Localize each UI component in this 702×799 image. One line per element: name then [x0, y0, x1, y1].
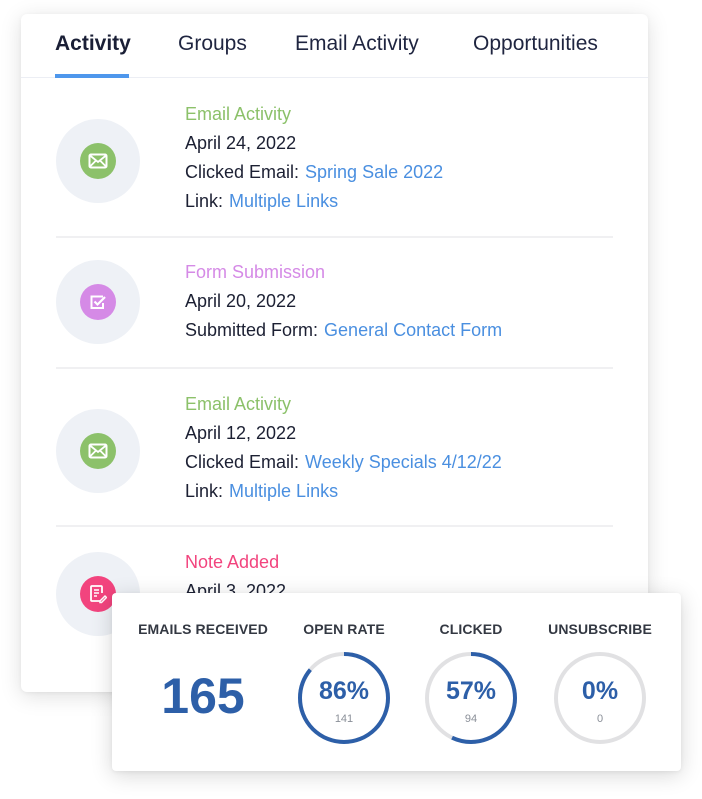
activity-date: April 12, 2022 — [185, 423, 297, 443]
activity-date: April 24, 2022 — [185, 133, 297, 153]
email-stats-card: EMAILS RECEIVED 165 OPEN RATE 86% 141 CL… — [112, 593, 681, 771]
activity-icon-bg — [56, 119, 140, 203]
unsubscribe-percent: 0% — [581, 677, 619, 705]
checkbox-form-icon — [80, 284, 116, 320]
activity-icon-bg — [56, 409, 140, 493]
activity-item: Form Submission April 20, 2022 Submitted… — [56, 258, 613, 368]
detail-label: Clicked Email: — [185, 452, 300, 472]
activity-item: Email Activity April 12, 2022 Clicked Em… — [56, 390, 613, 520]
detail-label: Clicked Email: — [185, 162, 300, 182]
clicked-email-link[interactable]: Spring Sale 2022 — [305, 162, 443, 182]
detail-label: Link: — [185, 191, 224, 211]
stat-label: UNSUBSCRIBE — [548, 621, 652, 637]
note-edit-icon — [80, 576, 116, 612]
tab-email-activity[interactable]: Email Activity — [295, 32, 419, 56]
emails-received-value: 165 — [161, 668, 245, 724]
clicked-ring: 57% 94 — [424, 651, 518, 745]
divider — [56, 367, 613, 369]
divider — [56, 236, 613, 238]
unsubscribe-ring: 0% 0 — [553, 651, 647, 745]
divider — [56, 525, 613, 527]
unsubscribe-count: 0 — [596, 713, 604, 725]
activity-date: April 20, 2022 — [185, 291, 297, 311]
activity-type: Email Activity — [185, 104, 292, 124]
open-rate-percent: 86% — [318, 677, 370, 705]
stat-label: OPEN RATE — [303, 621, 385, 637]
tab-groups[interactable]: Groups — [178, 32, 247, 56]
clicked-percent: 57% — [445, 677, 497, 705]
activity-type: Note Added — [185, 552, 280, 572]
activity-detail-line: Clicked Email: Weekly Specials 4/12/22 — [185, 448, 502, 477]
link-link[interactable]: Multiple Links — [229, 481, 338, 501]
activity-detail-line: Submitted Form: General Contact Form — [185, 316, 502, 345]
detail-label: Submitted Form: — [185, 320, 319, 340]
activity-details: Email Activity April 24, 2022 Clicked Em… — [185, 100, 443, 216]
active-tab-indicator — [55, 74, 129, 78]
detail-label: Link: — [185, 481, 224, 501]
link-link[interactable]: Multiple Links — [229, 191, 338, 211]
activity-icon-bg — [56, 260, 140, 344]
clicked-count: 94 — [464, 713, 478, 725]
submitted-form-link[interactable]: General Contact Form — [324, 320, 502, 340]
activity-detail-line: Link: Multiple Links — [185, 477, 502, 506]
activity-detail-line: Link: Multiple Links — [185, 187, 443, 216]
activity-type: Email Activity — [185, 394, 292, 414]
envelope-icon — [80, 143, 116, 179]
open-rate-count: 141 — [334, 713, 354, 725]
stat-label: EMAILS RECEIVED — [138, 621, 268, 637]
activity-type: Form Submission — [185, 262, 326, 282]
stat-label: CLICKED — [439, 621, 503, 637]
open-rate-ring: 86% 141 — [297, 651, 391, 745]
activity-details: Form Submission April 20, 2022 Submitted… — [185, 258, 502, 345]
envelope-icon — [80, 433, 116, 469]
tab-opportunities[interactable]: Opportunities — [473, 32, 598, 56]
activity-item: Email Activity April 24, 2022 Clicked Em… — [56, 100, 613, 230]
activity-card: Activity Groups Email Activity Opportuni… — [21, 14, 648, 692]
activity-details: Email Activity April 12, 2022 Clicked Em… — [185, 390, 502, 506]
clicked-email-link[interactable]: Weekly Specials 4/12/22 — [305, 452, 502, 472]
activity-detail-line: Clicked Email: Spring Sale 2022 — [185, 158, 443, 187]
tab-activity[interactable]: Activity — [55, 32, 131, 56]
tab-bar: Activity Groups Email Activity Opportuni… — [21, 14, 648, 78]
